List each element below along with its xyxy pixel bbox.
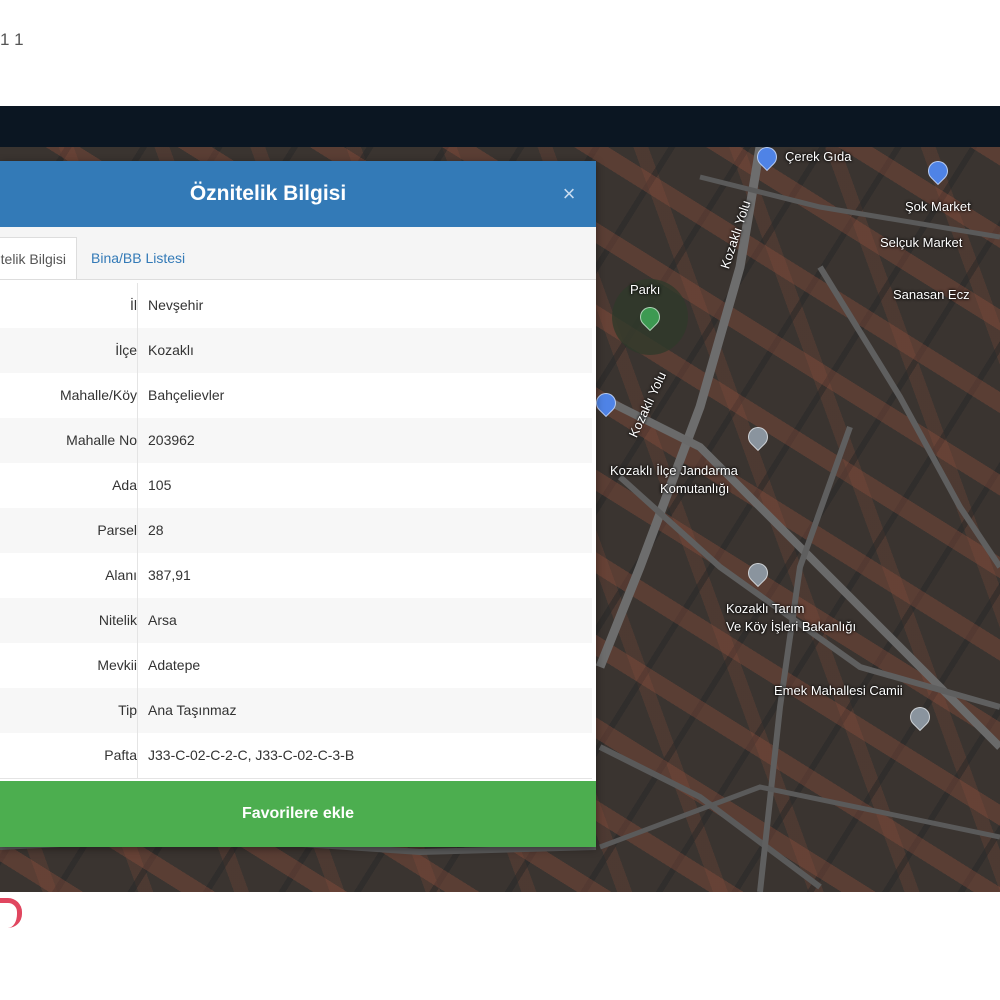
attribute-value: Bahçelievler: [148, 387, 225, 403]
attribute-key: İlçe: [0, 328, 138, 373]
brand-logo-fragment: [0, 898, 22, 928]
map-label-jandarma: Kozaklı İlçe Jandarma: [610, 463, 738, 478]
attribute-key: Pafta: [0, 733, 138, 778]
attribute-key-text: Alanı: [105, 567, 137, 583]
attribute-key-text: İl: [130, 297, 137, 313]
attribute-key-text: Tip: [118, 702, 137, 718]
page-top-label: 1 1: [0, 30, 24, 49]
attribute-key: Nitelik: [0, 598, 138, 643]
table-row: Pafta J33-C-02-C-2-C, J33-C-02-C-3-B: [0, 733, 592, 779]
map-label-sok-market: Şok Market: [905, 199, 971, 214]
map-label-kozakli-tarim: Kozaklı Tarım: [726, 601, 805, 616]
attribute-key-text: Pafta: [104, 747, 137, 763]
dialog-title: Öznitelik Bilgisi: [189, 182, 347, 205]
attribute-value: 387,91: [148, 567, 191, 583]
attribute-key: Tip: [0, 688, 138, 733]
attribute-key: Alanı: [0, 553, 138, 598]
attribute-key-text: Mevkii: [97, 657, 137, 673]
attribute-key-text: Ada: [112, 477, 137, 493]
map-label-sanasan: Sanasan Ecz: [893, 287, 970, 302]
table-row: Alanı 387,91: [0, 553, 592, 599]
attribute-key-text: Mahalle No: [66, 432, 137, 448]
attribute-key: Parsel: [0, 508, 138, 553]
attribute-value: Nevşehir: [148, 297, 204, 313]
attribute-key: Ada: [0, 463, 138, 508]
tab-building-list[interactable]: Bina/BB Listesi: [91, 237, 185, 279]
attribute-value: 105: [148, 477, 172, 493]
table-row: İl Nevşehir: [0, 283, 592, 329]
dialog-tabs: Öznitelik Bilgisi Bina/BB Listesi: [0, 227, 596, 280]
attribute-value: Arsa: [148, 612, 177, 628]
attribute-value: Ana Taşınmaz: [148, 702, 237, 718]
map-label-selcuk-market: Selçuk Market: [880, 235, 963, 250]
attribute-value: 28: [148, 522, 164, 538]
attribute-key: Mevkii: [0, 643, 138, 688]
attribute-value: Kozaklı: [148, 342, 194, 358]
table-row: Parsel 28: [0, 508, 592, 554]
top-navigation-bar: [0, 106, 1000, 147]
attribute-value: J33-C-02-C-2-C, J33-C-02-C-3-B: [148, 747, 355, 763]
attribute-key-text: İlçe: [115, 342, 137, 358]
table-row: Tip Ana Taşınmaz: [0, 688, 592, 734]
attribute-key-text: Nitelik: [98, 612, 137, 628]
dialog-header: Öznitelik Bilgisi ×: [0, 161, 596, 227]
attribute-value: 203962: [148, 432, 195, 448]
table-row: Ada 105: [0, 463, 592, 509]
table-row: Mahalle/Köy Bahçelievler: [0, 373, 592, 419]
map-label-emek-camii: Emek Mahallesi Camii: [774, 683, 903, 698]
attribute-info-dialog: Öznitelik Bilgisi × Öznitelik Bilgisi Bi…: [0, 161, 596, 847]
tab-attribute-info[interactable]: Öznitelik Bilgisi: [0, 237, 77, 279]
map-label-cerek-gida: Çerek Gıda: [785, 149, 852, 164]
add-to-favorites-button[interactable]: Favorilere ekle: [0, 781, 596, 847]
table-row: Mevkii Adatepe: [0, 643, 592, 689]
table-row: İlçe Kozaklı: [0, 328, 592, 374]
map-label-koy-isleri: Ve Köy İşleri Bakanlığı: [726, 619, 857, 634]
close-icon[interactable]: ×: [556, 179, 582, 209]
tab-attribute-info-label: Öznitelik Bilgisi: [0, 251, 66, 267]
table-row: Nitelik Arsa: [0, 598, 592, 644]
attribute-key: Mahalle/Köy: [0, 373, 138, 418]
attribute-key: İl: [0, 283, 138, 328]
attribute-key-text: Parsel: [97, 522, 137, 538]
attribute-value: Adatepe: [148, 657, 201, 673]
map-label-komutanligi: Komutanlığı: [660, 481, 730, 496]
attribute-key-text: Mahalle/Köy: [59, 387, 137, 403]
table-row: Mahalle No 203962: [0, 418, 592, 464]
map-label-parki: Parkı: [630, 282, 661, 297]
attribute-key: Mahalle No: [0, 418, 138, 463]
